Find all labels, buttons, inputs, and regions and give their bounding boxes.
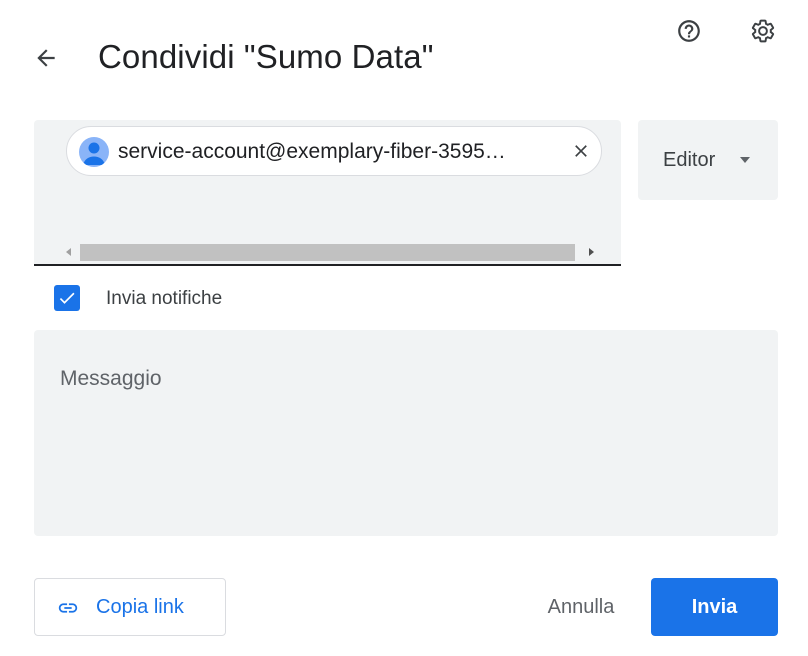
send-button[interactable]: Invia — [651, 578, 778, 636]
copy-link-label: Copia link — [96, 596, 184, 618]
scroll-left-arrow-icon[interactable] — [62, 244, 76, 260]
link-icon — [57, 597, 79, 619]
back-arrow-icon[interactable] — [22, 38, 70, 78]
role-selected-label: Editor — [663, 149, 716, 171]
help-icon[interactable] — [672, 14, 706, 48]
close-icon[interactable] — [566, 136, 596, 166]
gear-icon[interactable] — [746, 14, 780, 48]
cancel-button[interactable]: Annulla — [528, 580, 634, 634]
message-textarea[interactable] — [34, 330, 778, 536]
scroll-right-arrow-icon[interactable] — [584, 244, 598, 260]
caret-down-icon — [738, 153, 752, 167]
notify-label: Invia notifiche — [106, 288, 223, 309]
dialog-title: Condividi "Sumo Data" — [98, 38, 434, 75]
person-avatar-icon — [79, 137, 109, 167]
notify-checkbox[interactable] — [54, 285, 80, 311]
message-placeholder: Messaggio — [60, 367, 162, 390]
horizontal-scrollbar-thumb[interactable] — [80, 244, 575, 261]
recipient-email: service-account@exemplary-fiber-3595… — [118, 140, 506, 163]
